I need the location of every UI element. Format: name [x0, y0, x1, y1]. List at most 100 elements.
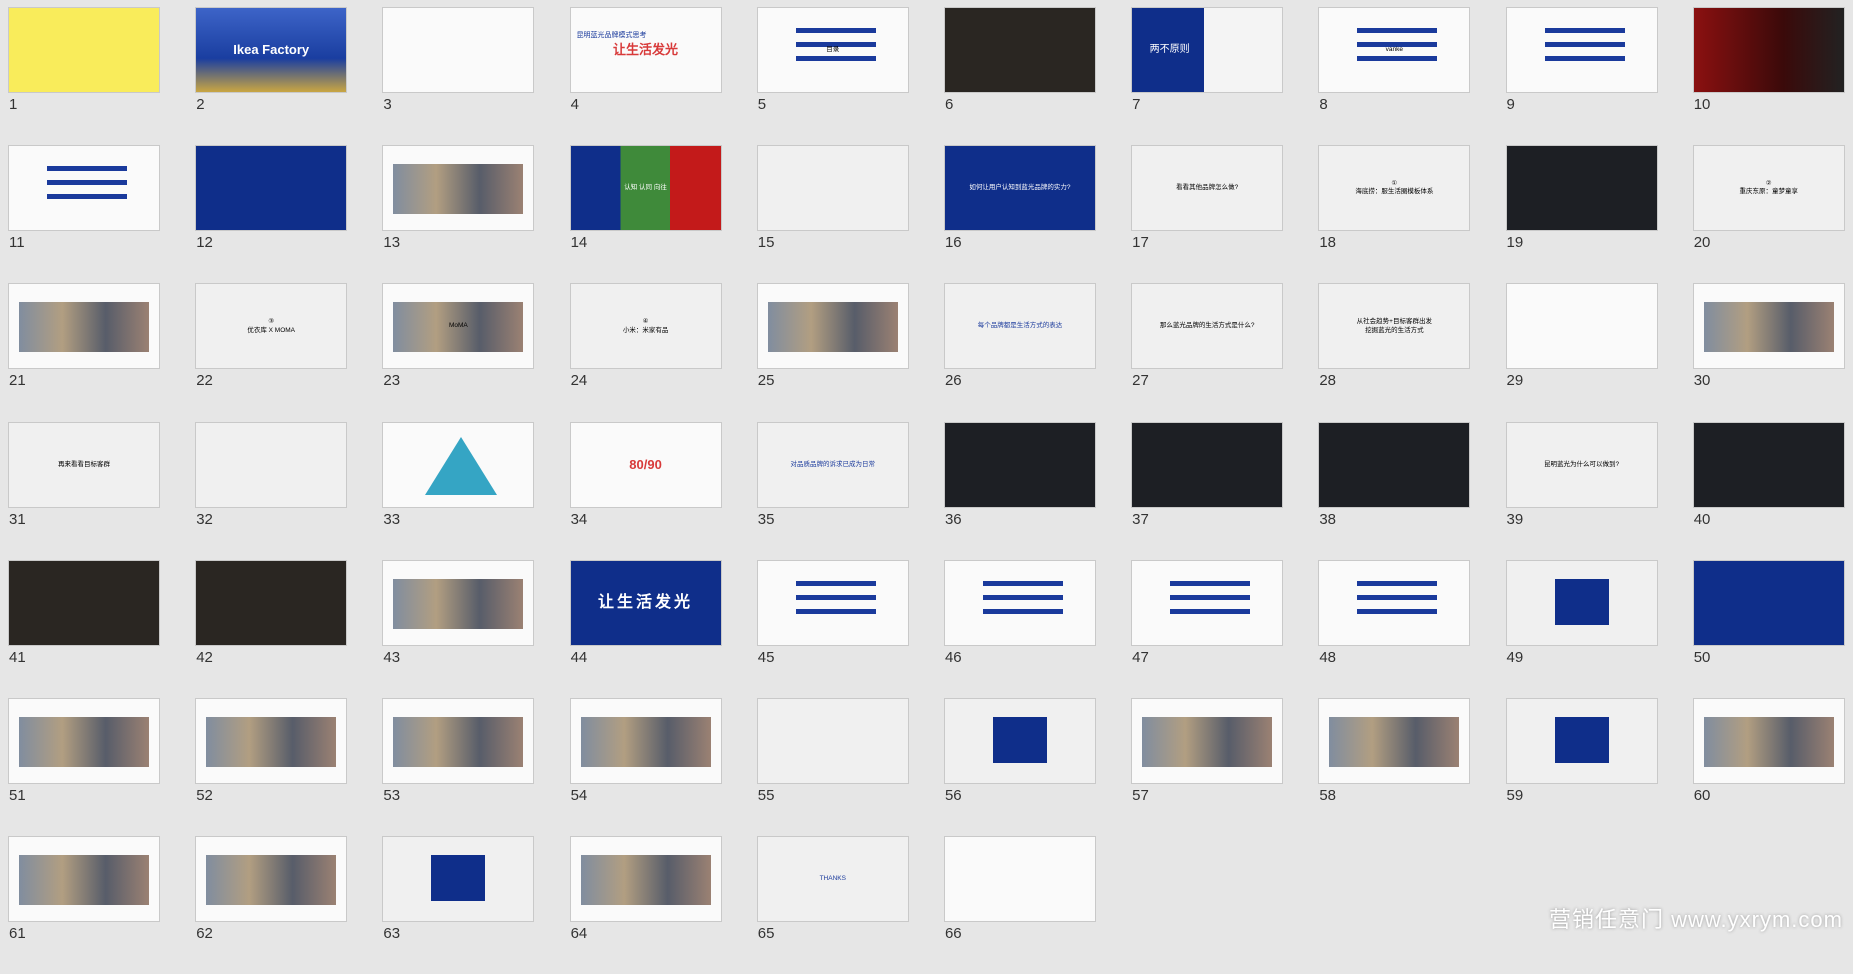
- slide-thumbnail[interactable]: [382, 697, 535, 784]
- slide-thumbnail[interactable]: ④ 小米：米家有品: [569, 283, 722, 370]
- slide-thumbnail[interactable]: THANKS: [756, 836, 909, 923]
- slide-thumbnail[interactable]: MoMA: [382, 283, 535, 370]
- slide-thumbnail[interactable]: [1505, 559, 1658, 646]
- slide-thumbnail[interactable]: Ikea Factory: [195, 7, 348, 93]
- watermark: 营销任意门 www.yxrym.com: [1548, 907, 1843, 932]
- slide-thumbnail[interactable]: [195, 559, 348, 646]
- slide-cell: 对品质品牌的诉求已成为日常 35: [756, 421, 944, 560]
- slide-list-bar: [47, 166, 127, 172]
- slide-thumbnail[interactable]: 看看其他品牌怎么做?: [1131, 145, 1284, 232]
- slide-thumbnail[interactable]: [943, 559, 1096, 646]
- slide-title: 再来看看目标客群: [58, 460, 110, 468]
- slide-number: 27: [1132, 372, 1149, 390]
- slide-list-bar: [1357, 28, 1438, 33]
- slide-thumbnail[interactable]: [382, 7, 535, 93]
- slide-thumbnail[interactable]: [1318, 421, 1471, 508]
- slide-thumbnail[interactable]: [756, 559, 909, 646]
- slide-thumbnail[interactable]: [1131, 559, 1284, 646]
- slide-cell: 80/90 34: [569, 421, 757, 560]
- slide-thumbnail[interactable]: [382, 421, 535, 508]
- slide-number: 55: [757, 786, 775, 804]
- slide-title: ④ 小米：米家有品: [622, 318, 669, 334]
- slide-thumbnail[interactable]: [1692, 7, 1845, 93]
- slide-title: 让生活发光: [598, 593, 694, 611]
- slide-thumbnail[interactable]: 让生活发光 昆明蓝光品牌模式思考: [569, 7, 722, 93]
- slide-thumbnail[interactable]: [8, 145, 160, 232]
- slide-thumbnail[interactable]: [756, 697, 909, 784]
- slide-thumbnail[interactable]: 再来看看目标客群: [8, 421, 160, 508]
- slide-thumbnail[interactable]: [382, 836, 535, 923]
- slide-thumbnail[interactable]: 昆明蓝光为什么可以做到?: [1505, 421, 1658, 508]
- slide-number: 65: [757, 925, 775, 943]
- slide-thumbnail[interactable]: [756, 283, 909, 370]
- slide-thumbnail[interactable]: [8, 283, 160, 370]
- slide-cell: 昆明蓝光为什么可以做到? 39: [1505, 421, 1693, 560]
- slide-photo: [767, 302, 898, 353]
- slide-title: 对品质品牌的诉求已成为日常: [790, 460, 876, 468]
- slide-thumbnail[interactable]: 认知 认同 向往: [569, 145, 722, 232]
- slide-thumbnail[interactable]: [195, 421, 348, 508]
- slide-thumbnail[interactable]: ② 重庆东原：童梦童享: [1692, 145, 1845, 232]
- slide-number: 45: [757, 648, 775, 666]
- slide-title: 每个品牌都是生活方式的表达: [977, 322, 1063, 330]
- slide-thumbnail[interactable]: [8, 697, 160, 784]
- slide-thumbnail[interactable]: [195, 145, 348, 232]
- slide-cell: 38: [1318, 421, 1505, 560]
- slide-thumbnail[interactable]: [569, 697, 722, 784]
- slide-thumbnail[interactable]: 80/90: [569, 421, 722, 508]
- slide-title: ① 海底捞：服生活圈模板体系: [1355, 180, 1434, 196]
- slide-cell: 两不原则 7: [1131, 7, 1318, 145]
- slide-thumbnail[interactable]: [1692, 421, 1845, 508]
- slide-list-bar: [795, 594, 876, 600]
- slide-cell: 每个品牌都是生活方式的表达 26: [943, 283, 1131, 421]
- slide-thumbnail[interactable]: [943, 7, 1096, 93]
- slide-thumbnail[interactable]: [943, 421, 1096, 508]
- slide-thumbnail[interactable]: 两不原则: [1131, 7, 1284, 93]
- slide-number: 38: [1319, 510, 1336, 528]
- slide-thumbnail[interactable]: 目录: [756, 7, 909, 93]
- slide-thumbnail[interactable]: [382, 559, 535, 646]
- slide-list-bar: [795, 608, 876, 614]
- slide-thumbnail[interactable]: [8, 7, 160, 93]
- slide-thumbnail[interactable]: [1505, 697, 1658, 784]
- slide-thumbnail[interactable]: [8, 559, 160, 646]
- slide-list-bar: [795, 28, 876, 33]
- slide-thumbnail[interactable]: [195, 697, 348, 784]
- slide-thumbnail[interactable]: [569, 836, 722, 923]
- slide-thumbnail[interactable]: [1131, 421, 1284, 508]
- slide-cell: 29: [1505, 283, 1693, 421]
- slide-thumbnail[interactable]: [1505, 145, 1658, 232]
- slide-thumbnail[interactable]: [195, 836, 348, 923]
- slide-thumbnail[interactable]: [382, 145, 535, 232]
- slide-cell: 56: [943, 697, 1131, 836]
- slide-thumbnail[interactable]: [1318, 559, 1471, 646]
- slide-thumbnail[interactable]: [1692, 559, 1845, 646]
- slide-thumbnail[interactable]: [8, 836, 160, 923]
- slide-thumbnail[interactable]: [1692, 283, 1845, 370]
- slide-thumbnail[interactable]: 从社会趋势+目标客群出发 挖掘蓝光的生活方式: [1318, 283, 1471, 370]
- slide-thumbnail[interactable]: [1692, 697, 1845, 784]
- slide-thumbnail[interactable]: 那么蓝光品牌的生活方式是什么?: [1131, 283, 1284, 370]
- slide-thumbnail[interactable]: 如何让用户认知到蓝光品牌的实力?: [943, 145, 1096, 232]
- slide-photo: [19, 716, 149, 767]
- slide-thumbnail[interactable]: [1131, 697, 1284, 784]
- slide-number: 52: [196, 786, 213, 804]
- slide-thumbnail[interactable]: vanke: [1318, 7, 1471, 93]
- slide-thumbnail[interactable]: [1318, 697, 1471, 784]
- slide-thumbnail[interactable]: [756, 145, 909, 232]
- slide-thumbnail[interactable]: 让生活发光: [569, 559, 722, 646]
- slide-thumbnail[interactable]: [1505, 283, 1658, 370]
- slide-cell: 32: [195, 421, 382, 560]
- slide-cell: 21: [8, 283, 195, 421]
- slide-thumbnail[interactable]: [943, 697, 1096, 784]
- slide-thumbnail[interactable]: [1505, 7, 1658, 93]
- slide-thumbnail[interactable]: [943, 836, 1096, 923]
- slide-cell: 11: [8, 145, 195, 283]
- slide-thumbnail[interactable]: 对品质品牌的诉求已成为日常: [756, 421, 909, 508]
- slide-number: 17: [1132, 234, 1149, 252]
- slide-cell: 19: [1505, 145, 1693, 283]
- slide-number: 3: [383, 96, 392, 113]
- slide-thumbnail[interactable]: 每个品牌都是生活方式的表达: [943, 283, 1096, 370]
- slide-thumbnail[interactable]: ① 海底捞：服生活圈模板体系: [1318, 145, 1471, 232]
- slide-thumbnail[interactable]: ③ 优衣库 X MOMA: [195, 283, 348, 370]
